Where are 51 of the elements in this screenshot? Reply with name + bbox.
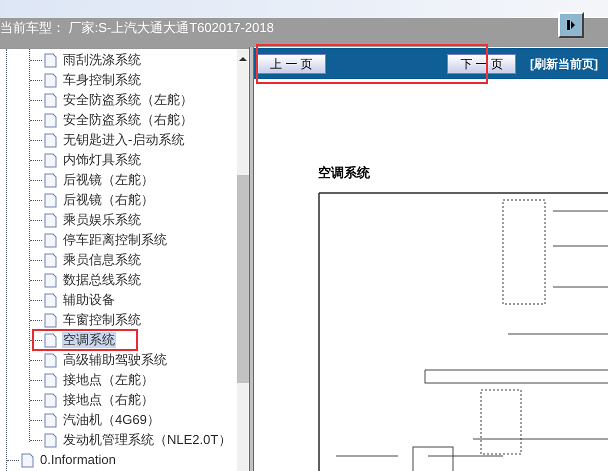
tree-item[interactable]: 汽油机（4G69）	[62, 412, 161, 428]
document-icon	[44, 272, 57, 288]
document-icon	[44, 312, 57, 328]
toggle-panel-button[interactable]	[558, 12, 584, 38]
tree-item[interactable]: 后视镜（右舵）	[62, 192, 155, 208]
document-icon	[44, 352, 57, 368]
document-icon	[44, 372, 57, 388]
document-icon	[44, 392, 57, 408]
tree-item[interactable]: 发动机管理系统（NLE2.0T）	[62, 432, 232, 448]
refresh-page-link[interactable]: [刷新当前页]	[530, 54, 598, 72]
document-icon	[44, 92, 57, 108]
document-icon	[44, 112, 57, 128]
document-icon	[44, 72, 57, 88]
document-heading: 空调系统	[318, 164, 371, 182]
tree-item[interactable]: 接地点（左舵）	[62, 372, 155, 388]
tree-item[interactable]: 无钥匙进入-启动系统	[62, 132, 186, 148]
document-icon	[44, 152, 57, 168]
tree-item[interactable]: 辅助设备	[62, 292, 116, 308]
document-icon	[44, 212, 57, 228]
document-icon	[44, 412, 57, 428]
document-icon	[21, 452, 34, 468]
tree-item[interactable]: 停车距离控制系统	[62, 232, 168, 248]
document-icon	[44, 52, 57, 68]
document-icon	[44, 252, 57, 268]
previous-page-button[interactable]: 上 一 页	[257, 54, 326, 74]
tree-item[interactable]: 0.Information	[39, 452, 117, 468]
tree-item[interactable]: 安全防盗系统（右舵）	[62, 112, 194, 128]
vehicle-title: 当前车型： 厂家:S-上汽大通大通T602017-2018	[0, 19, 274, 37]
tree-item[interactable]: 数据总线系统	[62, 272, 142, 288]
scrollbar-thumb[interactable]	[237, 175, 250, 383]
tree-item[interactable]: 接地点（右舵）	[62, 392, 155, 408]
document-icon	[44, 192, 57, 208]
tree-item[interactable]: 内饰灯具系统	[62, 152, 142, 168]
tree-item[interactable]: 车身控制系统	[62, 72, 142, 88]
document-icon	[44, 172, 57, 188]
tree-item[interactable]: 乘员信息系统	[62, 252, 142, 268]
tree-item[interactable]: 后视镜（左舵）	[62, 172, 155, 188]
document-icon	[44, 132, 57, 148]
tree-item[interactable]: 雨刮洗涤系统	[62, 52, 142, 68]
tree-item[interactable]: 乘员娱乐系统	[62, 212, 142, 228]
document-icon	[44, 432, 57, 448]
scroll-up-icon[interactable]	[239, 56, 248, 62]
tree-item[interactable]: 空调系统	[62, 332, 116, 348]
tree-item[interactable]: 车窗控制系统	[62, 312, 142, 328]
scrollbar[interactable]	[237, 49, 250, 471]
document-icon	[44, 292, 57, 308]
tree-item[interactable]: 高级辅助驾驶系统	[62, 352, 168, 368]
tree-item[interactable]: 安全防盗系统（左舵）	[62, 92, 194, 108]
arrow-icon	[566, 19, 576, 31]
document-icon	[44, 332, 57, 348]
document-icon	[44, 232, 57, 248]
